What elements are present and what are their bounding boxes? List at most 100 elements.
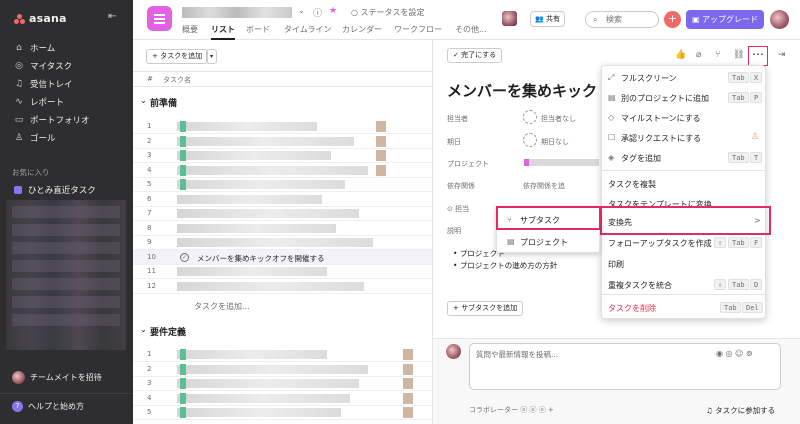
tab-workflow[interactable]: ワークフロー (394, 24, 442, 35)
sidebar-item-inbox[interactable]: ♫ 受信トレイ (0, 74, 133, 94)
join-task-button[interactable]: ♫ タスクに参加する (706, 405, 775, 416)
invite-teammates-button[interactable]: チームメイトを招待 (12, 371, 102, 384)
table-row[interactable]: 5 (133, 405, 432, 420)
menu-item-delete[interactable]: タスクを削除 Tab Del (602, 298, 767, 318)
more-actions-button[interactable]: ⋯ (748, 46, 768, 66)
task-title[interactable]: メンバーを集めキックオフを開催する (447, 80, 597, 101)
table-row[interactable]: 1 (133, 347, 432, 362)
set-status-button[interactable]: ○ ステータスを設定 (351, 7, 425, 18)
task-name-blurred[interactable] (177, 350, 327, 359)
table-row[interactable]: 2 (133, 134, 432, 149)
star-icon[interactable]: ★ (329, 6, 337, 16)
sidebar-item-my-tasks[interactable]: ◎ マイタスク (0, 56, 133, 76)
member-avatar[interactable] (502, 11, 517, 26)
section-title[interactable]: 前準備 (150, 96, 177, 109)
table-row[interactable]: 8 (133, 221, 432, 236)
table-row[interactable]: 3 (133, 148, 432, 163)
chevron-down-icon[interactable]: ⌄ (140, 325, 147, 334)
comment-toolbar-icons[interactable]: ◉ ◎ ☺ ⊚ (716, 349, 753, 358)
table-row[interactable]: 12 (133, 279, 432, 294)
menu-item-approval[interactable]: ☐ 承認リクエストにする ♙ (602, 128, 767, 148)
table-row[interactable]: 4 (133, 391, 432, 406)
sidebar-item-reports[interactable]: ∿ レポート (0, 92, 133, 112)
menu-item-merge-duplicate[interactable]: 重複タスクを統合 ⇧ Tab D (602, 275, 767, 295)
link-icon[interactable]: ⛓ (733, 50, 744, 60)
due-date-value[interactable]: 期日なし (541, 137, 569, 147)
table-row[interactable]: 9 (133, 235, 432, 250)
chevron-down-icon[interactable]: ⌄ (140, 96, 147, 105)
task-name-blurred[interactable] (177, 136, 354, 146)
asana-logo[interactable]: asana (14, 12, 67, 25)
help-button[interactable]: ? ヘルプと始め方 (12, 401, 84, 412)
table-row[interactable]: 3 (133, 376, 432, 391)
add-task-link[interactable]: タスクを追加... (194, 301, 250, 312)
table-row[interactable]: 1 (133, 119, 432, 134)
menu-item-fullscreen[interactable]: ⤢ フルスクリーン Tab X (602, 68, 767, 88)
task-name-blurred[interactable] (177, 364, 368, 374)
user-avatar[interactable] (770, 10, 789, 29)
sidebar-item-portfolio[interactable]: ▭ ポートフォリオ (0, 110, 133, 130)
task-name-blurred[interactable] (177, 122, 317, 131)
task-name-blurred[interactable] (177, 267, 327, 276)
assignee-icon[interactable] (523, 110, 537, 124)
add-task-dropdown[interactable]: ▾ (206, 49, 217, 64)
menu-item-milestone[interactable]: ◇ マイルストーンにする (602, 108, 767, 128)
subtask-icon[interactable]: ⑂ (715, 50, 720, 60)
tab-list[interactable]: リスト (211, 24, 235, 35)
tab-timeline[interactable]: タイムライン (284, 24, 331, 35)
create-button[interactable]: + (664, 11, 681, 28)
task-name-blurred[interactable] (177, 180, 345, 189)
chevron-down-icon[interactable]: ⌄ (298, 6, 305, 15)
menu-item-add-tag[interactable]: ◈ タグを追加 Tab T (602, 148, 767, 168)
assignee-value[interactable]: 担当者なし (541, 114, 576, 124)
table-row[interactable]: 2 (133, 362, 432, 377)
sidebar-item-home[interactable]: ⌂ ホーム (0, 38, 133, 58)
task-name-blurred[interactable] (177, 209, 359, 218)
table-row[interactable]: 11 (133, 264, 432, 279)
mark-complete-button[interactable]: ✓ 完了にする (447, 48, 503, 63)
task-name-blurred[interactable] (177, 223, 336, 233)
calendar-icon[interactable] (523, 133, 537, 147)
project-value-blurred[interactable] (524, 159, 599, 166)
thumbs-up-icon[interactable]: 👍 (675, 50, 686, 60)
menu-item-add-to-project[interactable]: ▤ 別のプロジェクトに追加 Tab P (602, 88, 767, 108)
upgrade-button[interactable]: ▣ アップグレード (686, 10, 764, 29)
table-row[interactable]: 6 (133, 192, 432, 207)
menu-item-print[interactable]: 印刷 (602, 254, 767, 274)
attachment-icon[interactable]: ⌀ (696, 50, 701, 60)
tab-calendar[interactable]: カレンダー (342, 24, 382, 35)
task-name-blurred[interactable] (177, 165, 368, 175)
task-name-blurred[interactable] (177, 151, 331, 160)
tab-more[interactable]: その他... (455, 24, 487, 35)
section-title[interactable]: 要件定義 (150, 325, 186, 338)
close-panel-icon[interactable]: ⇥ (778, 50, 786, 60)
share-button[interactable]: 👥 共有 (530, 11, 565, 27)
collapse-sidebar-icon[interactable]: ⇤ (108, 11, 116, 22)
add-task-button[interactable]: + タスクを追加 (146, 49, 209, 64)
task-name-blurred[interactable] (177, 393, 350, 403)
table-row[interactable]: 4 (133, 163, 432, 178)
task-name-blurred[interactable] (177, 281, 364, 291)
task-name-blurred[interactable] (177, 379, 359, 388)
sidebar-item-goals[interactable]: ♙ ゴール (0, 128, 133, 148)
table-row[interactable]: 7 (133, 206, 432, 221)
task-name-blurred[interactable] (177, 238, 373, 247)
collaborator-avatars-icon[interactable]: ⓞ ⓞ ⓞ + (520, 406, 554, 414)
complete-checkbox-icon[interactable]: ✓ (180, 252, 189, 262)
add-subtask-button[interactable]: + サブタスクを追加 (447, 301, 524, 316)
submenu-item-project[interactable]: ▤ プロジェクト (497, 231, 601, 253)
description-bullet[interactable]: • プロジェクトの進め方の方針 (453, 260, 557, 271)
tab-board[interactable]: ボード (246, 24, 270, 35)
tab-overview[interactable]: 概要 (182, 24, 198, 35)
menu-item-duplicate[interactable]: タスクを複製 (602, 174, 767, 194)
task-name-blurred[interactable] (177, 408, 341, 417)
table-row[interactable]: 10 ✓ メンバーを集めキックオフを開催する (133, 249, 432, 265)
task-name-blurred[interactable] (177, 194, 322, 204)
dependencies-value[interactable]: 依存関係を追 (523, 181, 565, 191)
task-name[interactable]: メンバーを集めキックオフを開催する (197, 253, 325, 264)
info-icon[interactable]: ⓘ (313, 6, 322, 19)
comment-input[interactable]: 質問や最新情報を投稿... ◉ ◎ ☺ ⊚ (469, 343, 781, 390)
search-input[interactable]: ⌕ 検索 (585, 11, 659, 28)
menu-item-follow-up[interactable]: フォローアップタスクを作成 ⇧ Tab F (602, 233, 767, 253)
table-row[interactable]: 5 (133, 177, 432, 192)
